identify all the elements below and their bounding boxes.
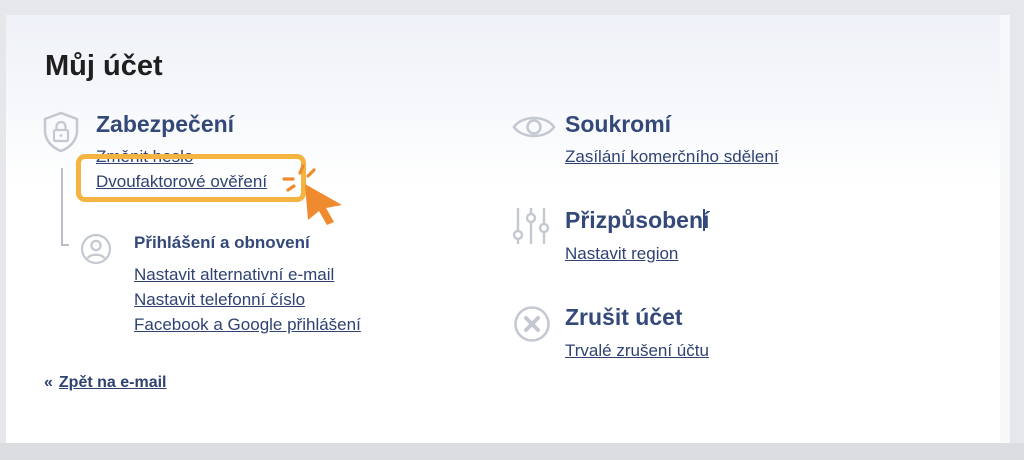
permanent-cancel-link[interactable]: Trvalé zrušení účtu [565, 341, 709, 361]
pointer-cursor-icon [282, 164, 342, 225]
back-to-email: « Zpět na e-mail [44, 374, 166, 392]
eye-icon [512, 116, 556, 138]
shield-lock-icon [43, 111, 79, 153]
back-to-email-link[interactable]: Zpět na e-mail [59, 374, 167, 391]
bottom-shade [0, 443, 1024, 460]
scroll-shade [1000, 15, 1010, 445]
social-login-link[interactable]: Facebook a Google přihlášení [134, 315, 361, 335]
cancel-account-title: Zrušit účet [565, 304, 683, 330]
back-quote: « [44, 374, 53, 391]
customization-title: Přizpůsobení [565, 207, 710, 233]
x-circle-icon [514, 306, 550, 342]
page-title: Můj účet [45, 50, 163, 82]
security-title: Zabezpečení [96, 111, 235, 137]
privacy-title: Soukromí [565, 111, 672, 137]
set-region-link[interactable]: Nastavit region [565, 244, 678, 264]
user-icon [80, 233, 112, 265]
phone-number-link[interactable]: Nastavit telefonní číslo [134, 290, 305, 310]
tree-line-vertical [61, 168, 63, 246]
alt-email-link[interactable]: Nastavit alternativní e-mail [134, 265, 334, 285]
sliders-icon [512, 208, 550, 244]
login-recovery-title: Přihlášení a obnovení [134, 233, 310, 252]
commercial-messages-link[interactable]: Zasílání komerčního sdělení [565, 147, 779, 167]
tree-line-horizontal [61, 244, 69, 246]
text-caret [703, 209, 705, 231]
highlight-frame [76, 154, 306, 202]
